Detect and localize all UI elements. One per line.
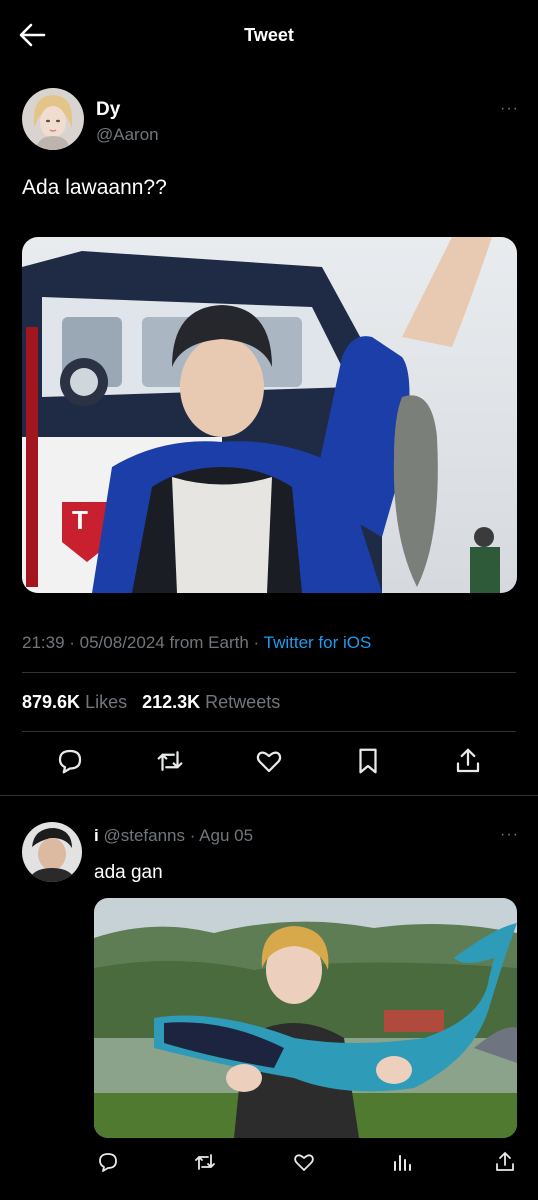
reply-author-avatar[interactable]	[22, 822, 82, 882]
more-icon[interactable]: ···	[500, 100, 519, 118]
reply-action-bar	[0, 1150, 538, 1176]
divider	[22, 731, 516, 732]
author-handle[interactable]: @Aaron	[96, 125, 159, 145]
retweet-icon[interactable]	[193, 1150, 217, 1174]
divider	[22, 672, 516, 673]
views-icon[interactable]	[390, 1150, 414, 1174]
author-avatar[interactable]	[22, 88, 84, 150]
more-icon[interactable]: ···	[500, 826, 519, 844]
reply-header: i @stefanns · Agu 05	[94, 826, 253, 846]
svg-text:T: T	[72, 505, 88, 535]
tweet-action-bar	[0, 746, 538, 782]
page-title: Tweet	[244, 25, 294, 45]
like-icon[interactable]	[292, 1150, 316, 1174]
likes-count[interactable]: 879.6K	[22, 692, 80, 712]
reply-photo[interactable]	[94, 898, 517, 1138]
tweet-photo[interactable]: T	[22, 237, 517, 593]
author-name[interactable]: Dy	[96, 99, 120, 121]
likes-label[interactable]: Likes	[85, 692, 127, 712]
like-icon[interactable]	[254, 746, 284, 776]
reply-author-name[interactable]: i	[94, 826, 99, 845]
retweets-label[interactable]: Retweets	[205, 692, 280, 712]
share-icon[interactable]	[493, 1150, 517, 1174]
reply-icon[interactable]	[96, 1150, 120, 1174]
reply-icon[interactable]	[55, 746, 85, 776]
tweet-stats: 879.6K Likes 212.3K Retweets	[22, 692, 280, 713]
retweet-icon[interactable]	[155, 746, 185, 776]
bookmark-icon[interactable]	[353, 746, 383, 776]
reply-author-handle[interactable]: @stefanns	[103, 826, 185, 845]
tweet-timestamp: 21:39 · 05/08/2024 from Earth ·	[22, 633, 264, 652]
reply-date: · Agu 05	[189, 826, 254, 845]
share-icon[interactable]	[453, 746, 483, 776]
reply-text: ada gan	[94, 862, 163, 883]
tweet-meta: 21:39 · 05/08/2024 from Earth · Twitter …	[22, 633, 371, 653]
divider	[0, 795, 538, 796]
retweets-count[interactable]: 212.3K	[142, 692, 200, 712]
tweet-text: Ada lawaann??	[22, 176, 167, 199]
tweet-source-link[interactable]: Twitter for iOS	[264, 633, 372, 652]
top-bar: Tweet	[0, 0, 538, 70]
